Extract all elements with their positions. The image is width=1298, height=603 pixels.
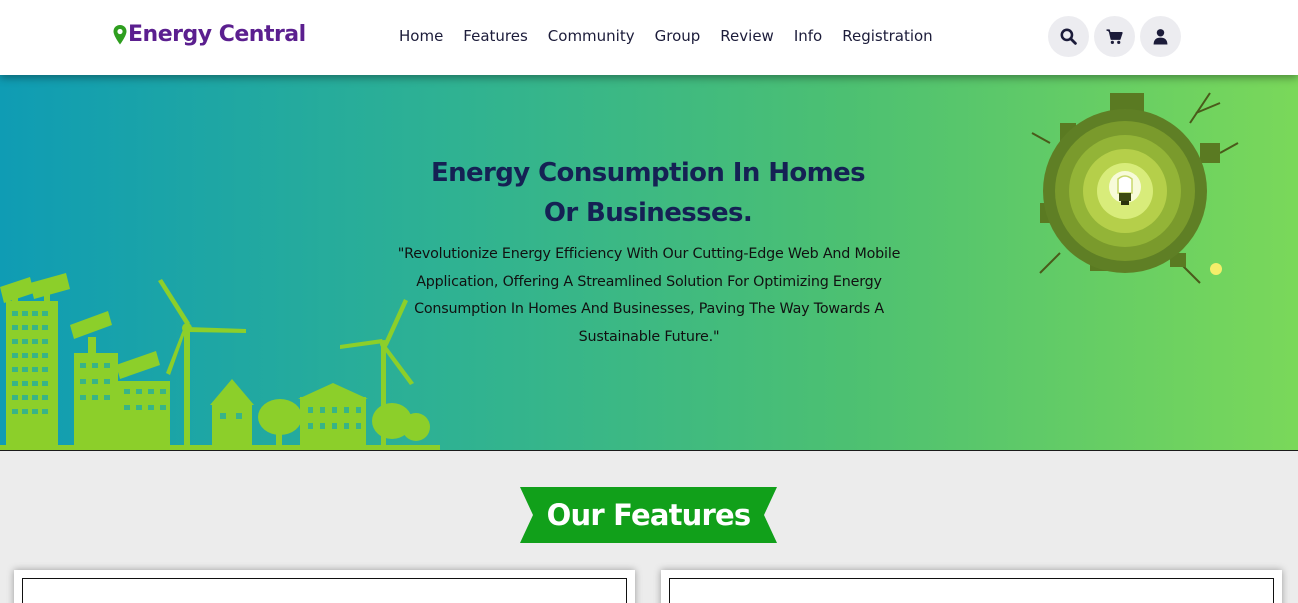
city-skyline-illustration [0,273,440,450]
search-button[interactable] [1048,16,1089,57]
search-icon [1060,28,1077,45]
nav-home[interactable]: Home [399,26,443,46]
user-button[interactable] [1140,16,1181,57]
location-pin-icon [113,24,127,44]
feature-card-frame [22,578,627,603]
header-actions [1048,16,1186,57]
brand-logo[interactable]: Energy Central [113,22,306,47]
hero-description: "Revolutionize Energy Efficiency With Ou… [397,246,901,346]
main-nav: Home Features Community Group Review Inf… [399,26,953,46]
hero-section: Energy Consumption In Homes Or Businesse… [0,75,1298,451]
nav-community[interactable]: Community [548,26,635,46]
cart-button[interactable] [1094,16,1135,57]
feature-card-frame [669,578,1274,603]
nav-group[interactable]: Group [655,26,701,46]
hero-title-line1: Energy Consumption In Homes [430,158,866,188]
brand-name: Energy Central [128,22,306,47]
nav-info[interactable]: Info [794,26,822,46]
hero-title: Energy Consumption In Homes Or Businesse… [398,153,898,233]
features-heading-banner: Our Features [520,487,777,543]
eco-globe-illustration [1031,92,1239,284]
features-heading: Our Features [546,498,752,532]
user-icon [1153,29,1168,45]
cart-icon [1106,29,1123,44]
top-header: Energy Central Home Features Community G… [0,0,1298,75]
hero-title-line2: Or Businesses. [543,198,753,228]
feature-card [661,570,1282,603]
nav-review[interactable]: Review [720,26,774,46]
nav-registration[interactable]: Registration [842,26,932,46]
feature-card [14,570,635,603]
nav-features[interactable]: Features [463,26,528,46]
